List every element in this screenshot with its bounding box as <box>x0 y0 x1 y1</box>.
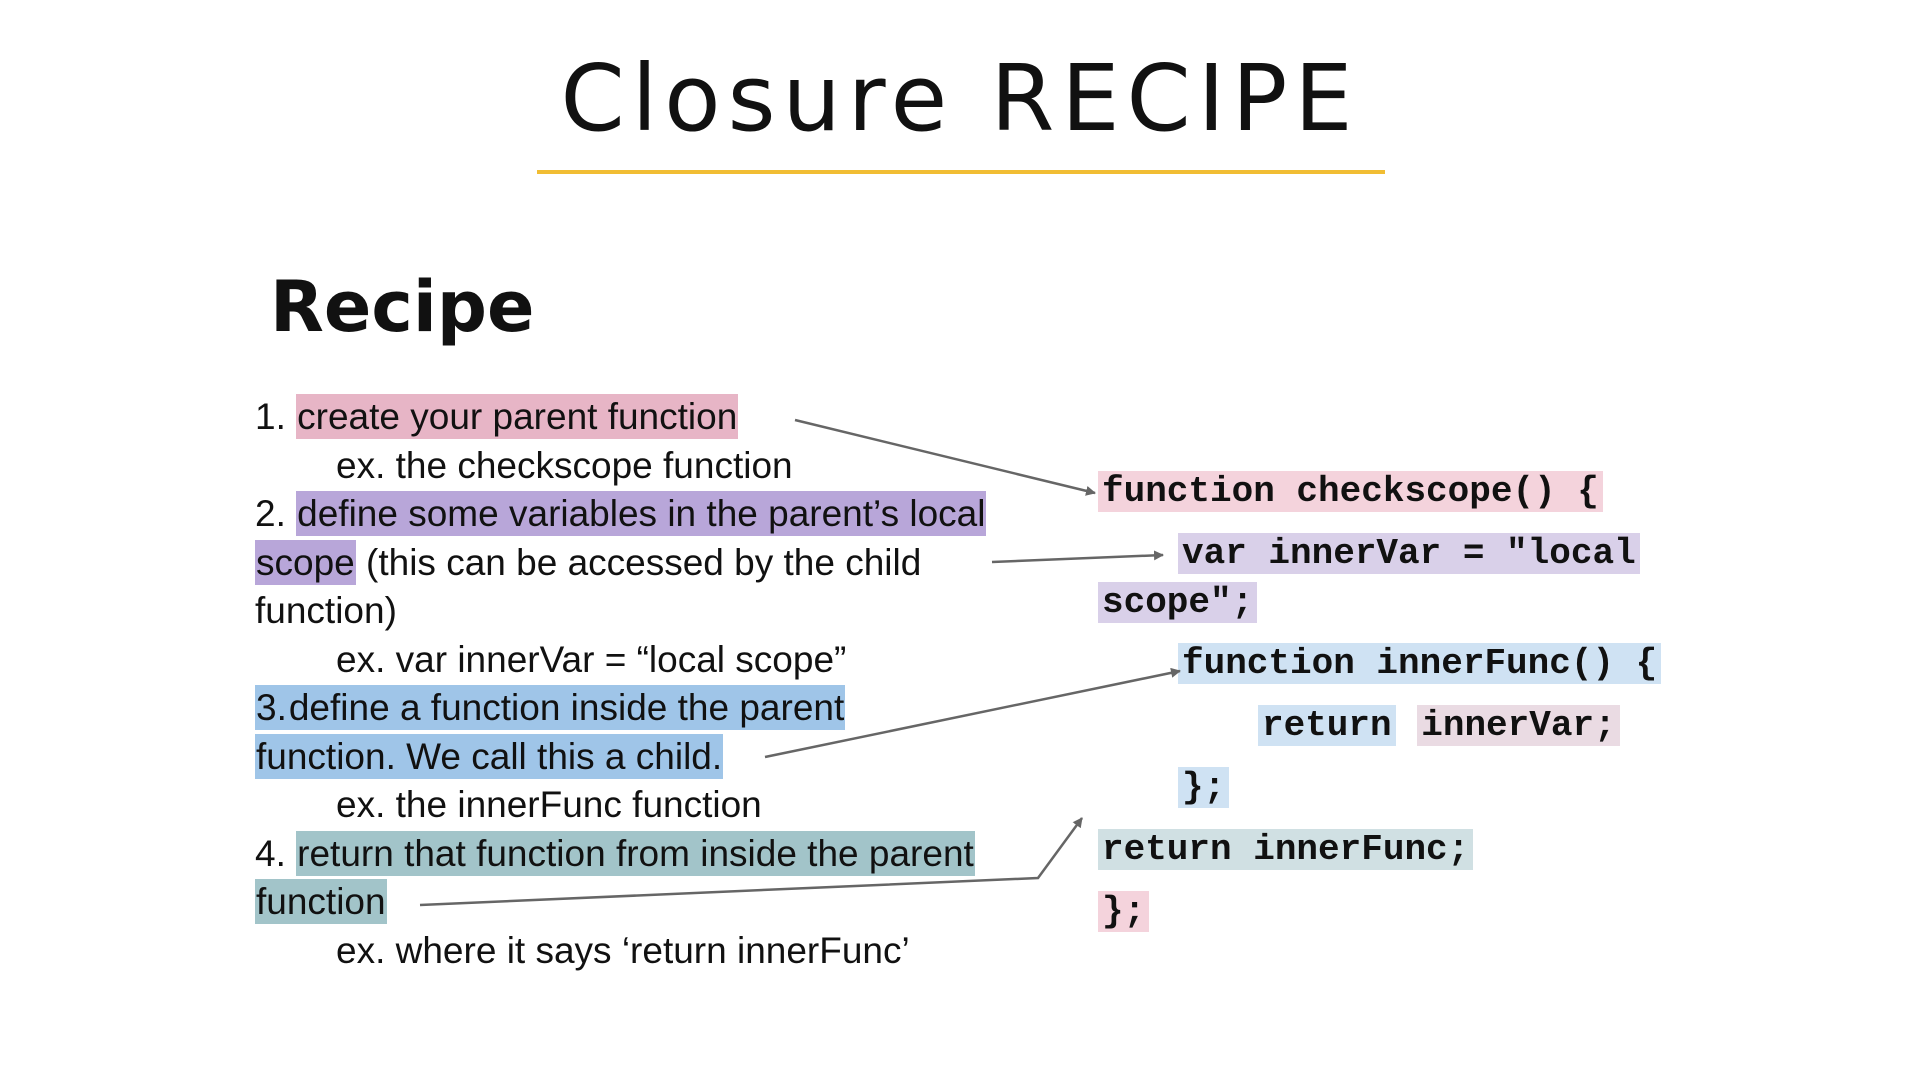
arrow-step-2 <box>991 550 1164 564</box>
arrow-step-3 <box>764 667 1181 759</box>
arrow-step-1 <box>794 418 1096 496</box>
arrow-step-4 <box>419 817 1084 907</box>
connector-arrows <box>419 418 1181 907</box>
